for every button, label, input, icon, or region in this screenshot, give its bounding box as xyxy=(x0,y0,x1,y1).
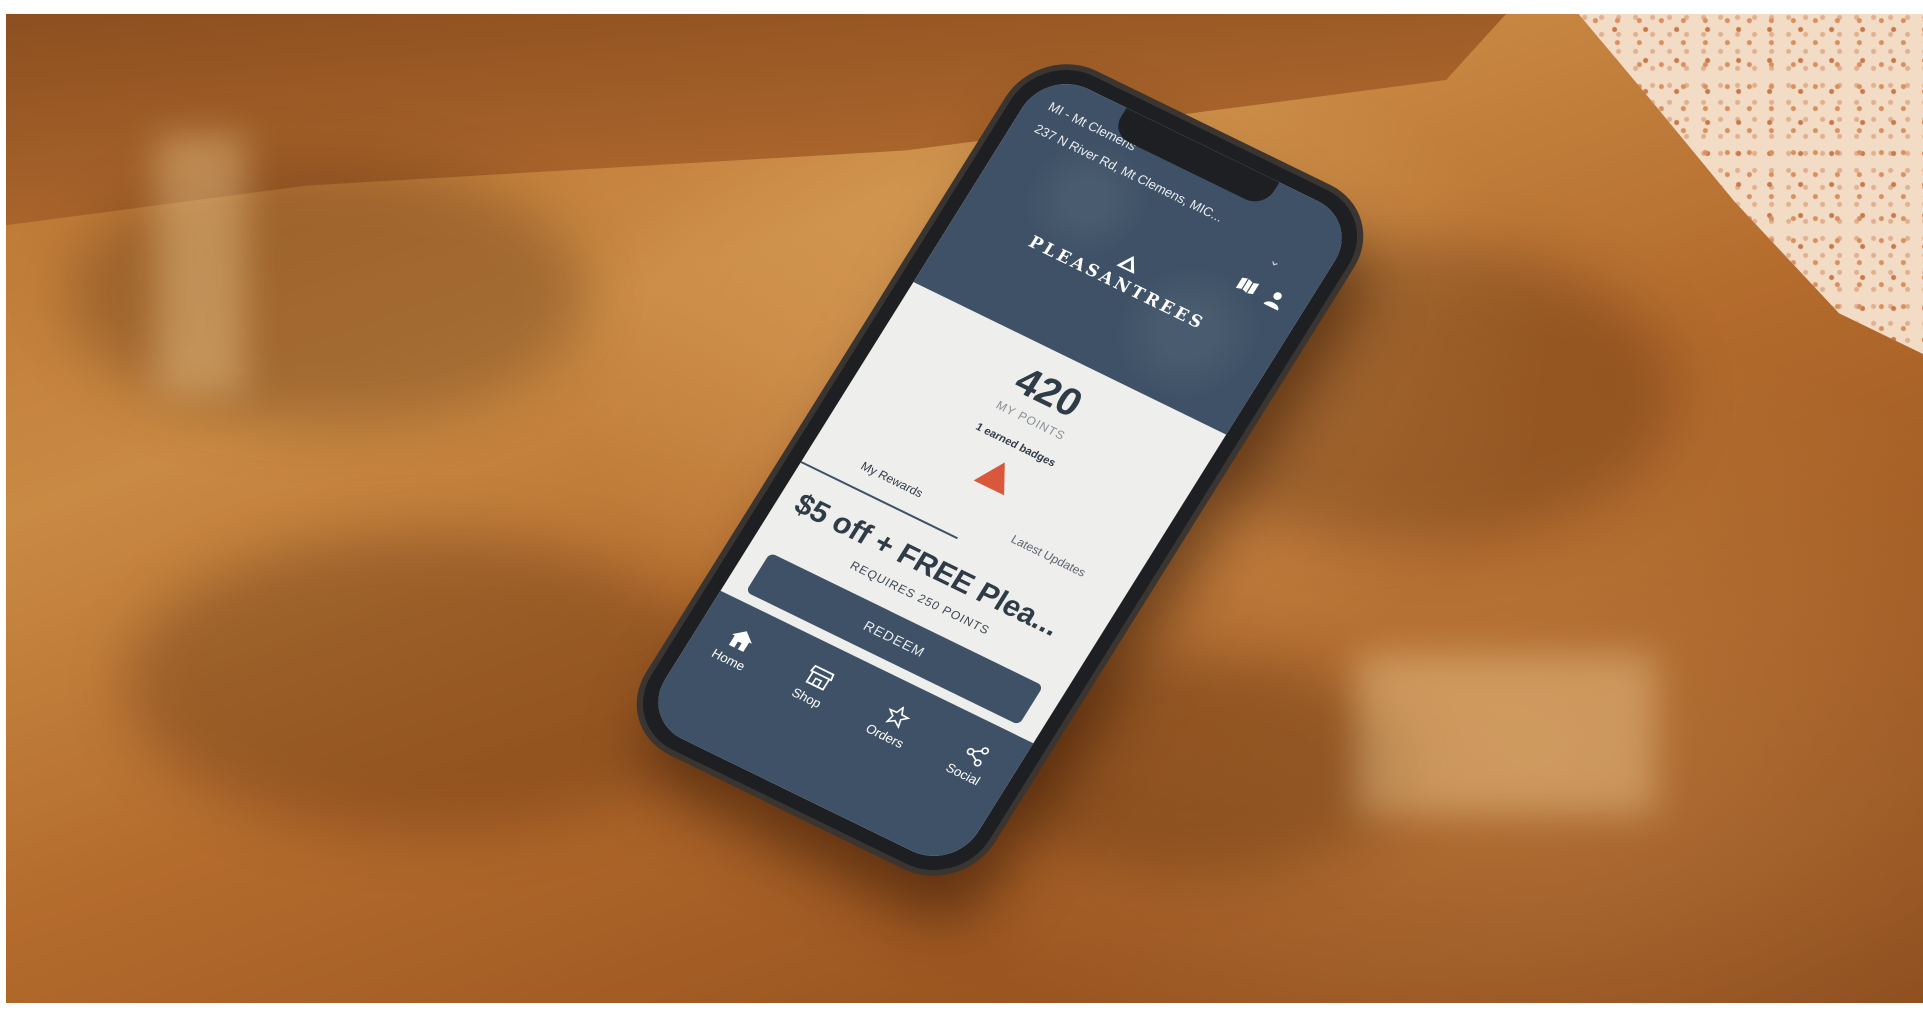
map-icon[interactable] xyxy=(1235,276,1260,296)
share-icon xyxy=(966,747,989,767)
brand-logo-text: PLEASANTREES xyxy=(1024,232,1209,335)
sun-patch xyxy=(1356,654,1656,814)
sun-patch xyxy=(156,134,246,394)
brand-logo-icon xyxy=(1116,255,1135,274)
plant-shadow xyxy=(126,534,726,834)
user-icon[interactable] xyxy=(1263,288,1287,311)
plant-shadow xyxy=(66,164,586,424)
badge-triangle-icon[interactable] xyxy=(973,455,1021,496)
store-icon xyxy=(804,664,835,691)
chevron-down-icon[interactable]: ⌄ xyxy=(1266,252,1286,272)
nav-social[interactable]: Social xyxy=(919,726,1021,802)
home-icon xyxy=(728,631,752,652)
star-icon xyxy=(884,705,910,729)
